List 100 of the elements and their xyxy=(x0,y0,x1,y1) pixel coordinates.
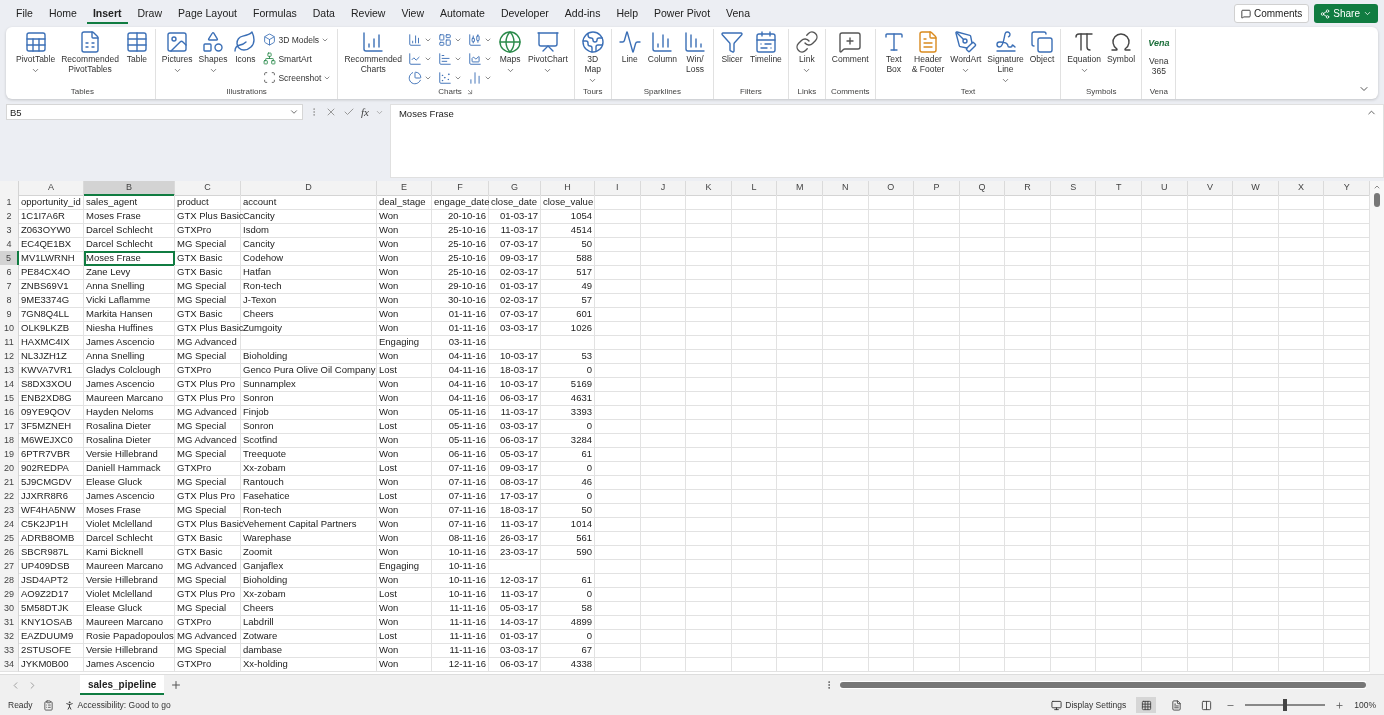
menu-tab[interactable]: Page Layout xyxy=(172,3,243,24)
table-cell: OLK9LKZB xyxy=(19,321,84,336)
menu-tab[interactable]: Review xyxy=(344,3,392,24)
table-cell: account xyxy=(241,195,377,210)
sheet-heading[interactable]: D xyxy=(241,181,377,196)
table-cell: Genco Pura Olive Oil Company xyxy=(241,363,377,378)
menu-tab[interactable]: Automate xyxy=(434,3,491,24)
sheet-heading[interactable]: L xyxy=(731,181,778,196)
sheet-heading[interactable]: S xyxy=(1050,181,1097,196)
sheet-heading[interactable]: K xyxy=(686,181,732,196)
sheet-heading[interactable]: Y xyxy=(1324,181,1370,196)
sheet-heading[interactable]: R xyxy=(1005,181,1051,196)
sheet-heading[interactable]: A xyxy=(19,181,84,196)
scroll-up-button[interactable] xyxy=(1373,183,1381,191)
scroll-thumb[interactable] xyxy=(1374,193,1380,207)
sheet-heading[interactable]: I xyxy=(595,181,641,196)
ribbon-button[interactable]: 3D Models xyxy=(261,31,334,48)
ribbon-button[interactable]: PivotTable xyxy=(14,29,58,76)
table-cell: Scotfind xyxy=(241,433,377,448)
ribbon-button[interactable]: SmartArt xyxy=(261,50,334,67)
menu-tab[interactable]: File xyxy=(10,3,39,24)
sheet-heading[interactable]: T xyxy=(1096,181,1143,196)
sheet-heading[interactable]: W xyxy=(1233,181,1279,196)
ribbon-button[interactable]: Signature Line xyxy=(985,29,1026,86)
sheet-heading[interactable]: E xyxy=(377,181,432,196)
menu-tab[interactable]: Help xyxy=(610,3,645,24)
ribbon-button[interactable]: Column xyxy=(645,29,680,66)
sheet-heading[interactable]: O xyxy=(868,181,915,196)
sheet-heading[interactable]: V xyxy=(1187,181,1234,196)
row-number[interactable]: 34 xyxy=(0,657,19,672)
view-button[interactable] xyxy=(1136,697,1157,713)
table-cell: Darcel Schlecht xyxy=(84,223,175,238)
ribbon-button[interactable]: Pictures xyxy=(159,29,195,76)
clipboard-icon[interactable] xyxy=(42,699,54,711)
ribbon-button[interactable]: WordArt xyxy=(948,29,984,76)
accessibility-button[interactable]: Accessibility: Good to go xyxy=(63,699,171,711)
ribbon-button[interactable]: Object xyxy=(1027,29,1057,66)
ribbon-button[interactable]: Line xyxy=(615,29,644,66)
ribbon-button[interactable]: Slicer xyxy=(718,29,747,66)
zoom-thumb[interactable] xyxy=(1283,699,1288,711)
ribbon-button[interactable]: Link xyxy=(792,29,821,76)
name-box[interactable]: B5 xyxy=(6,104,303,120)
sheet-heading[interactable]: P xyxy=(914,181,960,196)
share-button[interactable]: Share xyxy=(1314,4,1378,23)
menu-tab[interactable]: Add-ins xyxy=(558,3,607,24)
ribbon-button[interactable]: Recommended Charts xyxy=(342,29,405,76)
ribbon-button[interactable]: Vena Vena 365 xyxy=(1146,29,1172,78)
sheet-heading[interactable]: M xyxy=(777,181,823,196)
sheet-heading[interactable]: G xyxy=(489,181,541,196)
ribbon-button[interactable]: PivotChart xyxy=(526,29,570,76)
formula-field[interactable]: Moses Frase xyxy=(389,104,1384,178)
ribbon-button[interactable]: Maps xyxy=(496,29,525,76)
zoom-in-icon[interactable] xyxy=(1335,700,1345,710)
menu-tab[interactable]: Home xyxy=(42,3,83,24)
ribbon-button[interactable]: Table xyxy=(122,29,151,66)
menu-tab[interactable]: Data xyxy=(306,3,341,24)
horizontal-scrollbar[interactable] xyxy=(840,681,1366,689)
ribbon-button[interactable]: Equation xyxy=(1065,29,1103,76)
sheet-heading[interactable]: J xyxy=(640,181,687,196)
sheet-heading[interactable]: U xyxy=(1142,181,1188,196)
menu-tab[interactable]: Formulas xyxy=(247,3,303,24)
zoom-slider[interactable] xyxy=(1245,699,1326,711)
comments-button[interactable]: Comments xyxy=(1233,4,1310,23)
sheet-heading[interactable]: X xyxy=(1278,181,1325,196)
menu-tab[interactable]: Vena xyxy=(720,3,756,24)
dialog-launcher-button[interactable] xyxy=(465,87,474,96)
sheet-heading[interactable]: H xyxy=(541,181,595,196)
display-settings-button[interactable]: Display Settings xyxy=(1051,699,1127,711)
menu-tab[interactable]: View xyxy=(395,3,430,24)
ribbon-button[interactable]: Comment xyxy=(829,29,871,66)
insert-function-button[interactable]: fx xyxy=(361,106,369,118)
sheet-heading[interactable]: F xyxy=(432,181,489,196)
active-cell[interactable]: Moses Frase xyxy=(84,251,175,266)
ribbon-button[interactable]: Win/ Loss xyxy=(681,29,710,76)
table-cell: WF4HA5NW xyxy=(19,503,84,518)
table-cell: Codehow xyxy=(241,251,377,266)
ribbon-button[interactable]: Recommended PivotTables xyxy=(59,29,121,76)
ribbon-button[interactable]: Header & Footer xyxy=(909,29,947,76)
ribbon-button[interactable]: Timeline xyxy=(748,29,784,66)
pie-chart-icon xyxy=(408,70,423,85)
check-icon[interactable] xyxy=(343,106,355,118)
sheet-tab[interactable]: sales_pipeline xyxy=(80,675,165,695)
ribbon-button[interactable]: Icons xyxy=(231,29,260,66)
ribbon-button[interactable]: Shapes xyxy=(196,29,230,76)
ribbon-button[interactable]: Text Box xyxy=(879,29,908,76)
ribbon-button[interactable]: 3D Map xyxy=(578,29,607,86)
menu-tab[interactable]: Draw xyxy=(131,3,169,24)
sheet-heading[interactable]: N xyxy=(822,181,869,196)
table-cell: GTX Plus Basic xyxy=(175,321,241,336)
vertical-scrollbar[interactable] xyxy=(1370,181,1384,674)
menu-tab[interactable]: Insert xyxy=(86,3,128,24)
sheet-heading[interactable]: B xyxy=(84,181,175,196)
menu-tab[interactable]: Power Pivot xyxy=(648,3,717,24)
sheet-heading[interactable]: C xyxy=(175,181,241,196)
ribbon-button[interactable]: Symbol xyxy=(1104,29,1138,66)
menu-tab[interactable]: Developer xyxy=(494,3,555,24)
ribbon-button[interactable]: Screenshot xyxy=(261,69,334,86)
add-sheet-button[interactable] xyxy=(170,679,183,691)
cancel-icon[interactable] xyxy=(325,106,337,118)
sheet-heading[interactable]: Q xyxy=(959,181,1006,196)
